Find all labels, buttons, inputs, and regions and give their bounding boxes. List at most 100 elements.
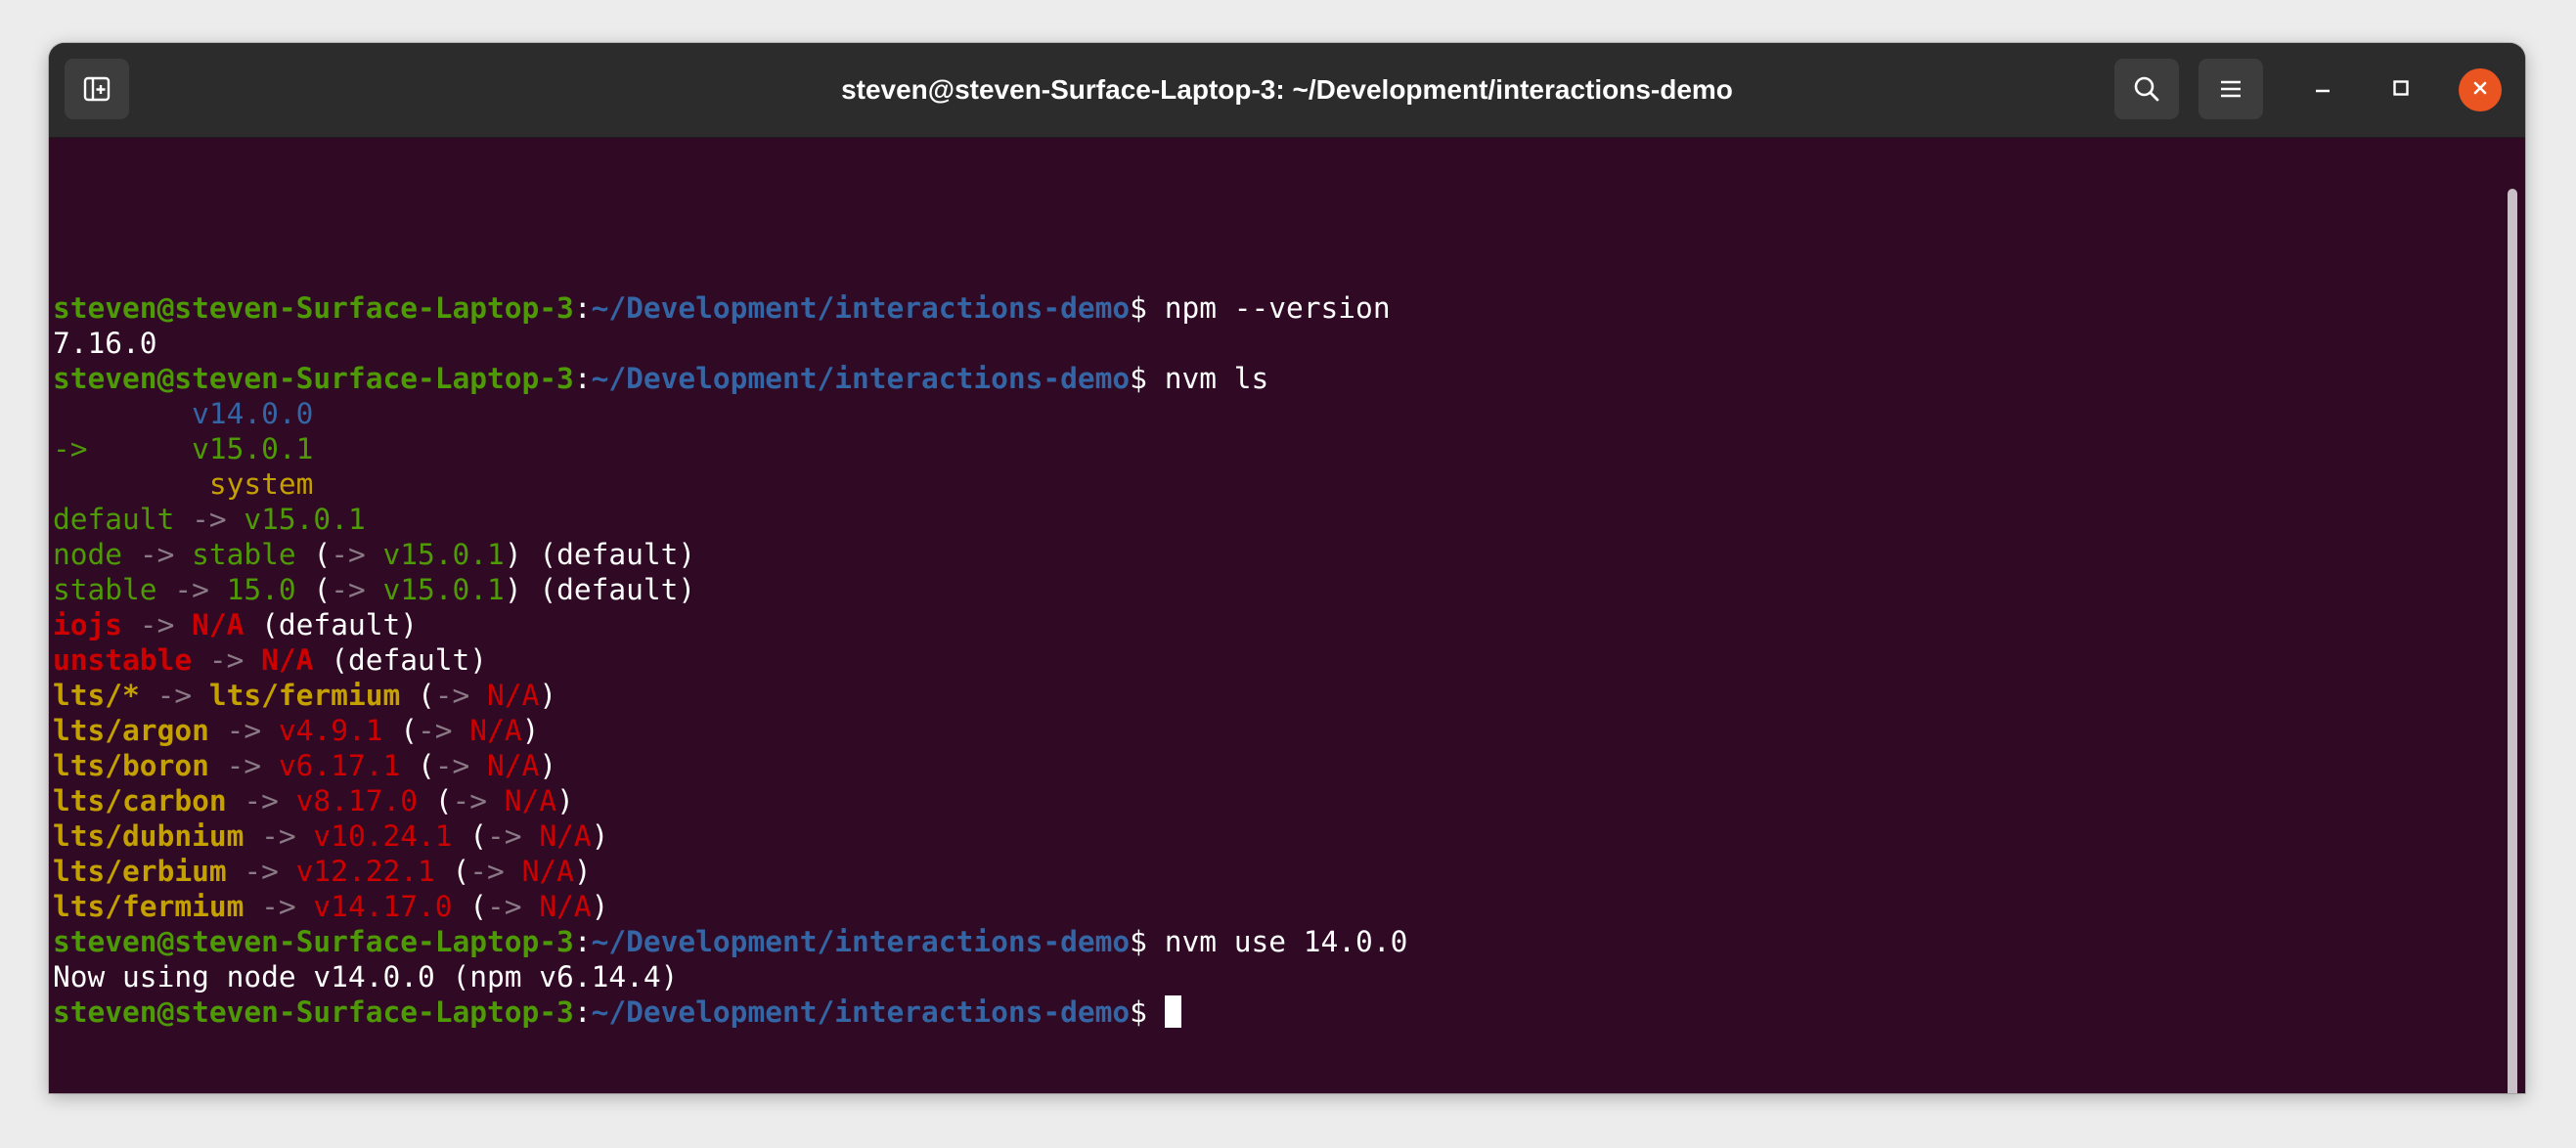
new-tab-button[interactable] (65, 59, 129, 119)
search-icon (2132, 74, 2161, 104)
terminal-text-segment: -> (122, 608, 193, 641)
terminal-text-segment: $ nvm ls (1130, 362, 1269, 395)
terminal-line: default -> v15.0.1 (53, 502, 1407, 537)
title-bar[interactable]: steven@steven-Surface-Laptop-3: ~/Develo… (49, 43, 2525, 138)
terminal-text-segment: v4.9.1 (278, 714, 383, 747)
terminal-text-segment: v15.0.1 (365, 573, 505, 606)
terminal-line: lts/fermium -> v14.17.0 (-> N/A) (53, 889, 1407, 924)
terminal-text-segment: ( (452, 890, 488, 923)
terminal-area[interactable]: steven@steven-Surface-Laptop-3:~/Develop… (49, 138, 2525, 1093)
terminal-text-segment: : (573, 362, 592, 395)
terminal-text-segment: -> (331, 538, 366, 571)
terminal-text-segment: v14.17.0 (313, 890, 453, 923)
terminal-text-segment: ( (434, 855, 470, 888)
minimize-button[interactable] (2301, 68, 2344, 111)
terminal-text-segment: : (573, 291, 592, 325)
terminal-text-segment: 15.0 (208, 573, 314, 606)
terminal-text-segment: -> (487, 819, 522, 853)
terminal-text-segment: (default) (313, 643, 488, 677)
terminal-text-segment: lts/fermium (53, 890, 244, 923)
terminal-text-segment: -> (139, 679, 209, 712)
terminal-text-segment: N/A (469, 679, 540, 712)
terminal-text-segment: ) (539, 749, 557, 782)
terminal-text-segment: -> (226, 784, 296, 817)
terminal-text-segment: system (53, 467, 314, 501)
terminal-text-segment: lts/boron (53, 749, 209, 782)
terminal-text-segment: lts/* (53, 679, 140, 712)
terminal-line: -> v15.0.1 (53, 431, 1407, 466)
terminal-text-segment: v15.0.1 (365, 538, 505, 571)
terminal-text-segment: unstable (53, 643, 193, 677)
terminal-text-segment: N/A (521, 819, 592, 853)
terminal-line: lts/* -> lts/fermium (-> N/A) (53, 678, 1407, 713)
terminal-output: steven@steven-Surface-Laptop-3:~/Develop… (53, 185, 1407, 1093)
terminal-text-segment: ) (521, 714, 540, 747)
terminal-line: system (53, 466, 1407, 502)
terminal-text-segment: -> (192, 643, 262, 677)
terminal-text-segment: ) (539, 679, 557, 712)
menu-button[interactable] (2198, 59, 2263, 119)
maximize-button[interactable] (2379, 68, 2422, 111)
close-icon (2470, 78, 2490, 103)
terminal-line: v14.0.0 (53, 396, 1407, 431)
terminal-line: 7.16.0 (53, 326, 1407, 361)
terminal-text-segment: -> v15.0.1 (53, 432, 314, 465)
terminal-text-segment: -> (226, 855, 296, 888)
terminal-text-segment: v14.0.0 (53, 397, 314, 430)
terminal-text-segment: v6.17.1 (278, 749, 401, 782)
minimize-icon (2313, 78, 2332, 103)
terminal-text-segment: steven@steven-Surface-Laptop-3 (53, 362, 574, 395)
terminal-text-segment: -> (192, 503, 227, 536)
terminal-line: lts/boron -> v6.17.1 (-> N/A) (53, 748, 1407, 783)
terminal-text-segment: -> (244, 819, 314, 853)
terminal-text-segment: lts/fermium (208, 679, 401, 712)
close-button[interactable] (2459, 68, 2502, 111)
terminal-text-segment: -> (208, 749, 279, 782)
terminal-line: lts/argon -> v4.9.1 (-> N/A) (53, 713, 1407, 748)
terminal-text-segment: ( (400, 749, 435, 782)
terminal-text-segment: -> (244, 890, 314, 923)
terminal-text-segment: v15.0.1 (226, 503, 366, 536)
prompt-path: ~/Development/interactions-demo (591, 995, 1131, 1029)
terminal-text-segment: steven@steven-Surface-Laptop-3 (53, 291, 574, 325)
terminal-line: node -> stable (-> v15.0.1) (default) (53, 537, 1407, 572)
terminal-text-segment: -> (174, 573, 209, 606)
terminal-line: steven@steven-Surface-Laptop-3:~/Develop… (53, 924, 1407, 959)
terminal-text-segment: -> (434, 749, 470, 782)
terminal-text-segment: ) (573, 855, 592, 888)
terminal-line: lts/erbium -> v12.22.1 (-> N/A) (53, 854, 1407, 889)
terminal-text-segment: Now using node v14.0.0 (npm v6.14.4) (53, 960, 679, 993)
terminal-text-segment: ) (default) (504, 538, 696, 571)
terminal-text-segment: N/A (261, 643, 314, 677)
terminal-line: lts/carbon -> v8.17.0 (-> N/A) (53, 783, 1407, 818)
terminal-text-segment: iojs (53, 608, 123, 641)
terminal-text-segment: -> (139, 538, 175, 571)
terminal-text-segment: ( (452, 819, 488, 853)
terminal-text-segment: 7.16.0 (53, 327, 157, 360)
terminal-text-segment: ) (591, 890, 609, 923)
terminal-line: iojs -> N/A (default) (53, 607, 1407, 642)
terminal-line: Now using node v14.0.0 (npm v6.14.4) (53, 959, 1407, 994)
terminal-text-segment: -> (434, 679, 470, 712)
text-cursor (1164, 995, 1181, 1028)
terminal-text-segment: ( (313, 538, 332, 571)
terminal-text-segment: ( (313, 573, 332, 606)
hamburger-menu-icon (2218, 77, 2243, 101)
terminal-text-segment: lts/argon (53, 714, 209, 747)
terminal-line: steven@steven-Surface-Laptop-3:~/Develop… (53, 361, 1407, 396)
scrollbar[interactable] (2508, 189, 2517, 1093)
terminal-text-segment: lts/carbon (53, 784, 227, 817)
terminal-prompt-line: steven@steven-Surface-Laptop-3:~/Develop… (53, 994, 1407, 1030)
terminal-text-segment: -> (331, 573, 366, 606)
terminal-text-segment: ~/Development/interactions-demo (591, 362, 1131, 395)
terminal-text-segment: ~/Development/interactions-demo (591, 925, 1131, 958)
terminal-text-segment: ) (default) (504, 573, 696, 606)
search-button[interactable] (2114, 59, 2179, 119)
prompt-dollar: $ (1130, 995, 1165, 1029)
terminal-text-segment: -> (208, 714, 279, 747)
terminal-text-segment: ) (591, 819, 609, 853)
prompt-user: steven@steven-Surface-Laptop-3 (53, 995, 574, 1029)
terminal-text-segment: ( (400, 679, 435, 712)
terminal-text-segment: N/A (487, 784, 557, 817)
maximize-icon (2391, 78, 2411, 103)
